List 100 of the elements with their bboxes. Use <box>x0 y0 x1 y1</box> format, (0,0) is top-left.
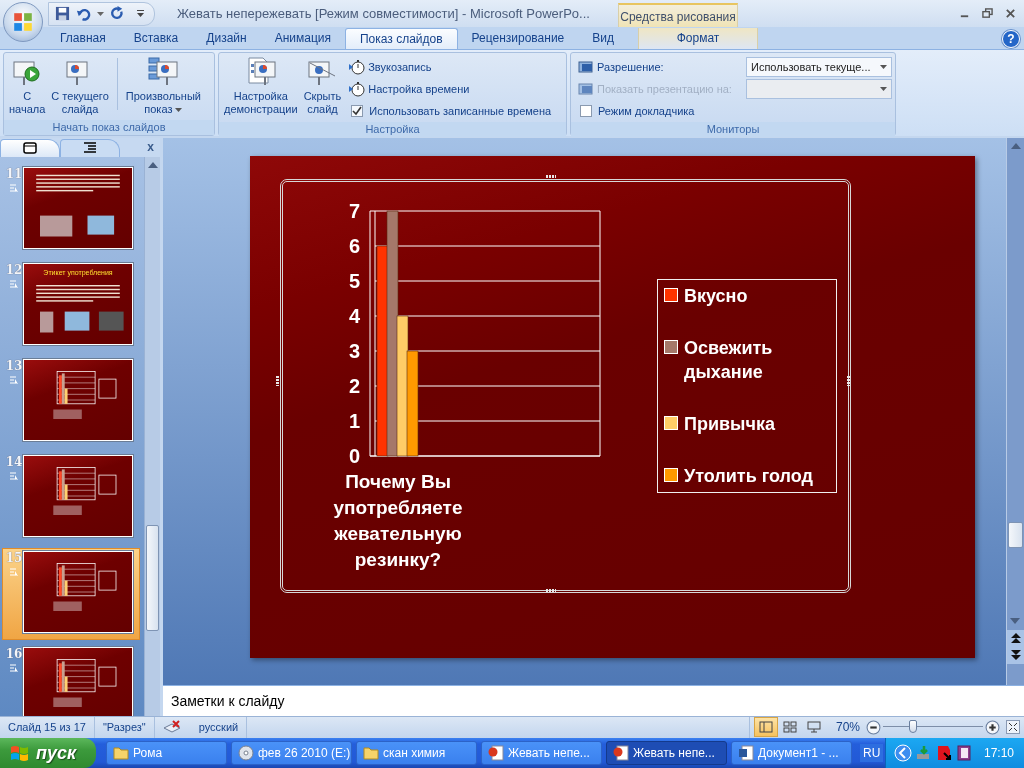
selection-handle[interactable] <box>546 588 556 592</box>
ribbon-tab[interactable]: Формат <box>638 27 758 49</box>
presentation-file-icon <box>613 745 629 761</box>
status-text: русский <box>198 721 239 734</box>
customize-icon[interactable] <box>137 10 144 18</box>
animation-icon <box>9 662 19 673</box>
slide-sorter-icon <box>782 721 797 734</box>
monitor-icon <box>578 80 594 97</box>
slide-number: 12 <box>5 262 23 277</box>
slide-number: 14 <box>5 454 23 469</box>
axis-tick-label: 7 <box>348 199 360 222</box>
disc-icon <box>238 745 254 761</box>
legend-label: Утолить голод <box>684 464 813 488</box>
office-button[interactable] <box>3 2 43 42</box>
language-indicator[interactable]: RU <box>860 744 884 762</box>
ribbon-tab[interactable]: Анимация <box>260 27 345 49</box>
taskbar-button[interactable]: Рома <box>106 741 227 765</box>
help-button[interactable]: ? <box>1002 30 1020 49</box>
stopwatch-icon <box>349 58 366 75</box>
checkbox-label: Режим докладчика <box>598 104 695 117</box>
ribbon-button[interactable]: Звукозапись <box>349 55 552 78</box>
zoom-in-icon[interactable] <box>985 719 1000 735</box>
checkbox-label: Использовать записанные времена <box>369 104 552 117</box>
animation-icon <box>9 470 19 481</box>
fit-to-window-icon[interactable] <box>1006 720 1020 735</box>
selection-handle[interactable] <box>847 375 850 386</box>
slide-number: 15 <box>5 550 23 565</box>
ribbon-button[interactable]: Настройка времени <box>349 77 552 100</box>
close-button[interactable]: x <box>147 139 154 154</box>
document-file-icon <box>738 745 754 761</box>
legend-label: Вкусно <box>684 284 748 308</box>
group-title: Настройка <box>219 121 566 137</box>
scrollbar[interactable] <box>144 156 160 716</box>
caret-icon <box>880 64 887 69</box>
notes-placeholder: Заметки к слайду <box>171 692 285 709</box>
taskbar-button[interactable]: скан химия <box>356 741 477 765</box>
animation-icon <box>9 278 19 289</box>
ribbon-button[interactable]: Настройка демонстрации <box>222 55 300 116</box>
close-icon[interactable] <box>1005 8 1016 20</box>
legend-label: Привычка <box>684 412 775 436</box>
slides-icon <box>23 142 37 155</box>
restore-icon[interactable] <box>982 8 993 20</box>
view-button[interactable] <box>753 717 778 738</box>
taskbar-button[interactable]: фев 26 2010 (E:) <box>231 741 352 765</box>
selection-handle[interactable] <box>546 174 556 178</box>
spell-check-icon[interactable] <box>162 720 181 735</box>
previous-slide-icon[interactable] <box>1010 633 1021 644</box>
scrollbar-thumb[interactable] <box>1008 521 1023 548</box>
group-title: Мониторы <box>571 121 895 137</box>
panel-tab[interactable] <box>60 138 120 157</box>
slide-number: 11 <box>5 166 23 181</box>
redo-icon[interactable] <box>110 6 125 22</box>
selection-handle[interactable] <box>276 375 279 386</box>
ribbon-tab[interactable]: Рецензирование <box>457 27 579 49</box>
axis-tick-label: 1 <box>348 409 360 432</box>
zoom-level[interactable]: 70% <box>835 720 860 735</box>
scrollbar-thumb[interactable] <box>146 524 159 631</box>
dropdown-field[interactable]: Использовать текуще... <box>746 56 892 77</box>
animation-icon <box>9 182 19 193</box>
taskbar-button[interactable]: Жевать непе... <box>606 741 727 765</box>
animation-icon <box>9 566 19 577</box>
slider-thumb[interactable] <box>909 720 917 734</box>
caret-icon[interactable] <box>97 11 104 16</box>
back-icon[interactable] <box>893 744 912 762</box>
field-label: Разрешение: <box>597 60 664 73</box>
zoom-out-icon[interactable] <box>866 719 881 735</box>
ribbon-tab[interactable]: Показ слайдов <box>345 27 458 49</box>
checkbox[interactable] <box>580 104 592 117</box>
dropdown-field[interactable] <box>746 78 892 99</box>
axis-tick-label: 2 <box>348 374 360 397</box>
ribbon-tab[interactable]: Вид <box>578 27 628 49</box>
ribbon-button[interactable]: Скрыть слайд <box>301 55 344 116</box>
window-title: Жевать непережевать [Режим совместимости] - Microsoft PowerPo... <box>177 6 590 22</box>
scrollbar[interactable] <box>1006 137 1024 685</box>
ribbon-button[interactable]: С начала <box>7 55 48 116</box>
notes-pane[interactable]: Заметки к слайду <box>163 684 1024 716</box>
notebook-icon[interactable] <box>955 745 972 761</box>
ribbon-button[interactable]: Произвольный показ <box>123 55 203 116</box>
ribbon-tab[interactable]: Главная <box>46 27 120 49</box>
caret-icon <box>880 86 887 91</box>
save-icon[interactable] <box>55 6 70 22</box>
next-slide-icon[interactable] <box>1010 650 1021 661</box>
ribbon-button[interactable]: С текущего слайда <box>49 55 111 116</box>
contextual-tab-header: Средства рисования <box>618 3 738 28</box>
taskbar-button[interactable]: Жевать непе... <box>481 741 602 765</box>
slide-number: 16 <box>5 646 23 661</box>
windows-logo-icon <box>10 744 30 762</box>
ribbon-tab[interactable]: Дизайн <box>192 27 261 49</box>
panel-tab[interactable] <box>0 138 60 157</box>
taskbar-button[interactable]: Документ1 - ... <box>731 741 852 765</box>
scroll-up-icon[interactable] <box>147 161 158 168</box>
clock: 17:10 <box>983 746 1014 760</box>
start-button[interactable]: пуск <box>0 738 96 768</box>
ribbon-tab[interactable]: Вставка <box>119 27 193 49</box>
undo-icon[interactable] <box>76 6 91 22</box>
slideshow-icon <box>806 721 821 734</box>
logo-icon <box>12 11 34 33</box>
axis-tick-label: 0 <box>348 444 360 467</box>
slide-number: 13 <box>5 358 23 373</box>
checkbox[interactable] <box>351 104 364 117</box>
